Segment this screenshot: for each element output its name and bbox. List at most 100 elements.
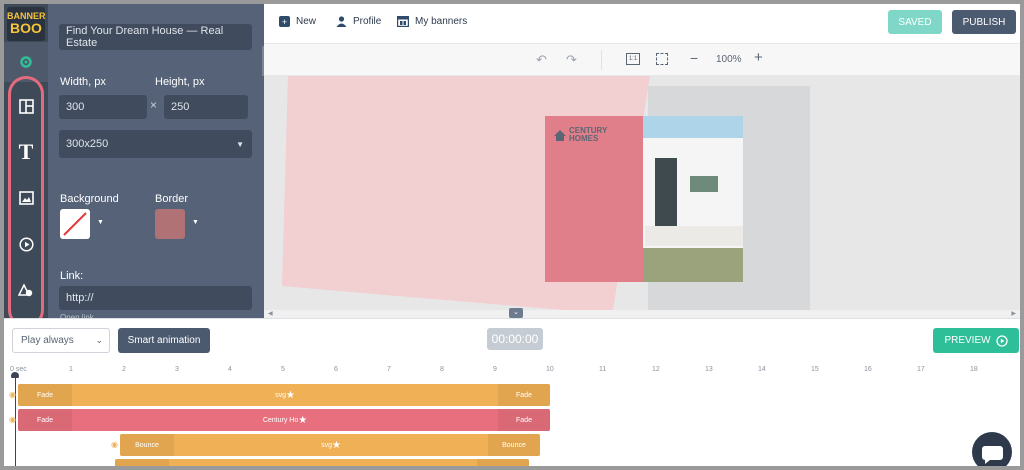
in-animation[interactable]: Bounce xyxy=(115,459,169,466)
element-duration[interactable]: svg ★ xyxy=(169,459,477,467)
time-ruler[interactable]: 0 sec 1 2 3 4 5 6 7 8 9 10 11 12 13 14 15 16 17 18 xyxy=(4,358,1020,380)
publish-button[interactable]: PUBLISH xyxy=(952,10,1016,34)
border-dropdown-icon[interactable]: ▼ xyxy=(192,219,199,226)
star-icon[interactable]: ★ xyxy=(286,390,295,401)
zoom-level: 100% xyxy=(716,54,742,65)
my-banners-button[interactable]: My banners xyxy=(397,16,467,27)
star-icon[interactable]: ★ xyxy=(332,440,341,451)
editor-window: BANNER BOO T Find Your Dream House — Rea… xyxy=(4,4,1020,466)
element-duration[interactable]: svg ★ xyxy=(72,384,498,406)
scroll-right-icon[interactable]: ▶ xyxy=(1011,310,1016,317)
height-field[interactable]: 250 xyxy=(164,95,248,119)
width-label: Width, px xyxy=(60,76,106,88)
element-duration[interactable]: Century Ho ★ xyxy=(72,409,498,431)
in-animation-label: Fade xyxy=(37,391,53,399)
ruler-tick: 3 xyxy=(175,366,179,373)
size-preset-select[interactable]: 300x250 ▼ xyxy=(59,130,252,158)
new-label: New xyxy=(296,16,317,27)
layout-icon xyxy=(18,98,34,114)
in-animation[interactable]: Bounce xyxy=(120,434,174,456)
out-animation[interactable]: Bounce xyxy=(477,459,529,466)
actual-size-button[interactable]: 1:1 xyxy=(626,53,640,65)
link-label: Link: xyxy=(60,270,84,282)
in-animation-label: Fade xyxy=(37,416,53,424)
animation-track[interactable]: ◉ Fade svg ★ Fade xyxy=(9,384,550,406)
zoom-in-icon[interactable]: + xyxy=(754,49,763,66)
rail-media-button[interactable] xyxy=(4,224,48,264)
smart-animation-button[interactable]: Smart animation xyxy=(118,328,210,353)
house-icon xyxy=(554,129,566,141)
new-button[interactable]: + New xyxy=(279,16,316,27)
toolbar-divider xyxy=(601,50,602,70)
chat-button[interactable] xyxy=(972,432,1012,466)
ruler-tick: 13 xyxy=(705,366,713,373)
width-field[interactable]: 300 xyxy=(59,95,147,119)
scroll-left-icon[interactable]: ◀ xyxy=(268,310,273,317)
element-duration-label: svg xyxy=(275,391,286,399)
chevron-down-icon: ⌄ xyxy=(513,309,519,316)
profile-button[interactable]: Profile xyxy=(336,16,381,27)
undo-icon[interactable]: ↶ xyxy=(536,52,547,68)
user-icon xyxy=(336,16,347,27)
canvas-scrollbar[interactable]: ◀ ▶ xyxy=(264,310,1020,318)
in-animation-label: Bounce xyxy=(135,441,159,449)
preview-button[interactable]: PREVIEW xyxy=(933,328,1019,353)
animation-track[interactable]: ◉ Fade Century Ho ★ Fade xyxy=(9,409,550,431)
size-preset-value: 300x250 xyxy=(66,138,109,150)
century-homes-logo: CENTURY HOMES xyxy=(553,127,607,143)
brand-line-2: HOMES xyxy=(569,134,599,143)
preview-label: PREVIEW xyxy=(944,335,991,346)
star-icon[interactable]: ★ xyxy=(298,415,307,426)
redo-icon[interactable]: ↷ xyxy=(566,52,577,68)
times-icon: × xyxy=(150,98,158,112)
design-canvas[interactable]: CENTURY HOMES xyxy=(264,76,1020,310)
animation-track[interactable]: ◉Bouncesvg ★Bounce xyxy=(111,434,540,456)
in-animation[interactable]: Fade xyxy=(18,384,72,406)
animation-track[interactable]: ◉Bouncesvg ★Bounce xyxy=(106,459,529,467)
play-mode-select[interactable]: Play always ⌄ xyxy=(12,328,110,353)
element-duration[interactable]: svg ★ xyxy=(174,434,488,456)
height-label: Height, px xyxy=(155,76,205,88)
chat-icon xyxy=(982,446,1003,464)
link-input[interactable]: http:// xyxy=(59,286,252,310)
background-dropdown-icon[interactable]: ▼ xyxy=(97,219,104,226)
rail-settings-button[interactable] xyxy=(4,42,48,82)
ruler-tick: 15 xyxy=(811,366,819,373)
in-animation[interactable]: Fade xyxy=(18,409,72,431)
zoom-out-icon[interactable]: − xyxy=(690,50,698,66)
text-icon: T xyxy=(18,139,34,164)
expand-timeline-button[interactable]: ⌄ xyxy=(509,308,523,318)
out-animation[interactable]: Fade xyxy=(498,384,550,406)
star-icon[interactable]: ★ xyxy=(324,465,333,467)
plus-icon: + xyxy=(279,16,290,27)
eye-icon[interactable]: ◉ xyxy=(9,390,16,399)
app-logo[interactable]: BANNER BOO xyxy=(7,7,46,41)
rail-image-button[interactable] xyxy=(4,178,48,218)
fullscreen-icon[interactable] xyxy=(656,53,668,65)
ruler-tick: 7 xyxy=(387,366,391,373)
saved-button[interactable]: SAVED xyxy=(888,10,942,34)
out-animation[interactable]: Fade xyxy=(498,409,550,431)
height-value: 250 xyxy=(171,101,190,113)
border-color-swatch[interactable] xyxy=(155,209,185,239)
top-bar: + New Profile My banners SAVED PUBLISH xyxy=(264,4,1020,44)
rail-text-button[interactable]: T xyxy=(4,132,48,172)
eye-icon[interactable]: ◉ xyxy=(111,440,118,449)
eye-icon[interactable]: ◉ xyxy=(9,415,16,424)
rail-layout-button[interactable] xyxy=(4,86,48,126)
ruler-tick: 12 xyxy=(652,366,660,373)
timeline-controls: Play always ⌄ Smart animation 00:00:00 P… xyxy=(4,318,1020,358)
ruler-tick: 4 xyxy=(228,366,232,373)
ruler-tick: 9 xyxy=(493,366,497,373)
background-color-swatch[interactable] xyxy=(60,209,90,239)
ruler-tick: 11 xyxy=(599,366,607,373)
timeline-tracks: ◉ Fade svg ★ Fade ◉ Fade Century Ho ★ Fade ◉ Boun… xyxy=(4,378,1020,466)
ruler-tick: 1 xyxy=(69,366,73,373)
no-color-icon xyxy=(63,212,87,236)
out-animation[interactable]: Bounce xyxy=(488,434,540,456)
banner-300x250[interactable]: CENTURY HOMES xyxy=(545,116,743,282)
banner-name-field[interactable]: Find Your Dream House — Real Estate xyxy=(59,24,252,50)
eye-icon[interactable]: ◉ xyxy=(106,465,113,466)
rail-shapes-button[interactable] xyxy=(4,270,48,310)
actual-size-label: 1:1 xyxy=(628,56,638,62)
